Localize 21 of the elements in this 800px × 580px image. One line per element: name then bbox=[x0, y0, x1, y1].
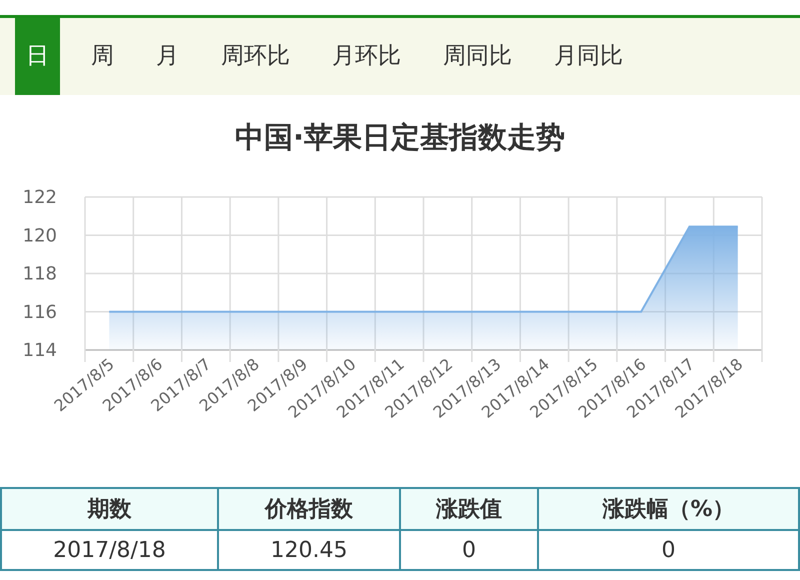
tab[interactable]: 月环比 bbox=[321, 18, 412, 95]
tab[interactable]: 周环比 bbox=[210, 18, 301, 95]
tab[interactable]: 日 bbox=[15, 18, 60, 95]
table-cell: 120.45 bbox=[217, 531, 399, 569]
y-tick-label: 122 bbox=[22, 187, 57, 208]
table-cell-text: 2017/8/18 bbox=[52, 536, 167, 564]
column-header: 价格指数 bbox=[217, 489, 399, 529]
y-tick-label: 114 bbox=[22, 340, 57, 361]
tab[interactable]: 月 bbox=[145, 18, 190, 95]
y-tick-label: 118 bbox=[22, 264, 57, 284]
column-header: 涨跌幅（%） bbox=[537, 489, 798, 529]
chart-title: 中国·苹果日定基指数走势 bbox=[234, 118, 566, 156]
table-cell: 0 bbox=[399, 531, 537, 569]
column-header: 期数 bbox=[86, 496, 132, 524]
tab[interactable]: 周同比 bbox=[432, 18, 523, 95]
tab[interactable]: 月同比 bbox=[543, 18, 634, 95]
table-cell: 0 bbox=[537, 531, 798, 569]
tab[interactable]: 周 bbox=[80, 18, 125, 95]
y-tick-label: 120 bbox=[22, 225, 57, 246]
column-header: 涨跌值 bbox=[399, 489, 537, 529]
y-tick-label: 116 bbox=[22, 302, 57, 323]
